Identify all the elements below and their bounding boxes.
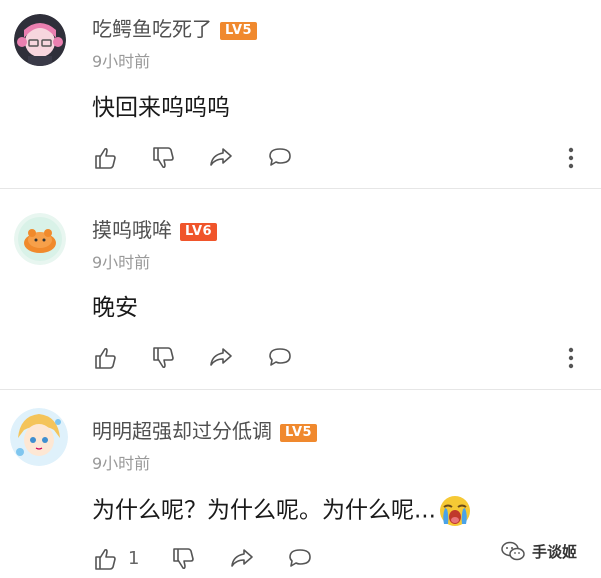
username-text[interactable]: 摸呜哦哞 [92,218,172,242]
like-button[interactable] [90,142,122,174]
timestamp: 9小时前 [92,253,151,272]
share-arrow-icon [210,148,232,166]
share-button[interactable] [205,342,237,374]
comment-actions [90,342,590,374]
thumbs-up-icon [95,147,116,169]
more-options-button[interactable] [558,144,584,172]
share-button[interactable] [205,142,237,174]
like-count: 1 [128,548,140,569]
share-arrow-icon [231,549,253,567]
thumbs-down-icon [173,548,194,570]
level-badge: LV6 [180,222,218,241]
comment-bubble-icon [269,148,291,166]
level-badge: LV5 [220,21,258,40]
comment-bubble-icon [269,348,291,366]
more-options-button[interactable] [558,344,584,372]
level-badge: LV5 [280,423,318,442]
comment-text: 晚安 [92,295,138,321]
thumbs-down-icon [153,347,174,369]
comment-bubble-icon [289,549,311,567]
crying-emoji-icon [439,496,470,526]
timestamp: 9小时前 [92,52,151,71]
share-button[interactable] [226,543,258,575]
vertical-dots-icon [568,347,574,369]
reply-button[interactable] [284,543,316,575]
username[interactable]: 明明超强却过分低调 LV5 [92,419,318,443]
dislike-button[interactable] [148,342,180,374]
dislike-button[interactable] [168,543,200,575]
username-text[interactable]: 明明超强却过分低调 [92,419,272,443]
reply-button[interactable] [264,142,296,174]
comment-item: 摸呜哦哞 LV6 9小时前 晚安 [0,189,601,389]
avatar[interactable] [10,408,68,466]
comment-text-body: 为什么呢？为什么呢。为什么呢... [92,497,436,524]
watermark-text: 手谈姬 [532,542,578,561]
like-button[interactable] [90,342,122,374]
vertical-dots-icon [568,147,574,169]
avatar[interactable] [14,14,66,66]
wechat-icon [501,541,525,561]
avatar[interactable] [14,213,66,265]
share-arrow-icon [210,348,232,366]
reply-button[interactable] [264,342,296,374]
like-button[interactable] [90,543,122,575]
watermark: 手谈姬 [500,536,577,566]
dislike-button[interactable] [148,142,180,174]
username-text[interactable]: 吃鳄鱼吃死了 [92,17,212,41]
comment-text: 快回来呜呜呜 [92,95,230,121]
username[interactable]: 吃鳄鱼吃死了 LV5 [92,17,258,41]
thumbs-up-icon [95,548,116,570]
thumbs-up-icon [95,347,116,369]
comment-item: 吃鳄鱼吃死了 LV5 9小时前 快回来呜呜呜 [0,0,601,188]
thumbs-down-icon [153,147,174,169]
comment-actions [90,142,590,174]
timestamp: 9小时前 [92,454,151,473]
comment-text: 为什么呢？为什么呢。为什么呢... [92,494,472,528]
username[interactable]: 摸呜哦哞 LV6 [92,218,218,242]
